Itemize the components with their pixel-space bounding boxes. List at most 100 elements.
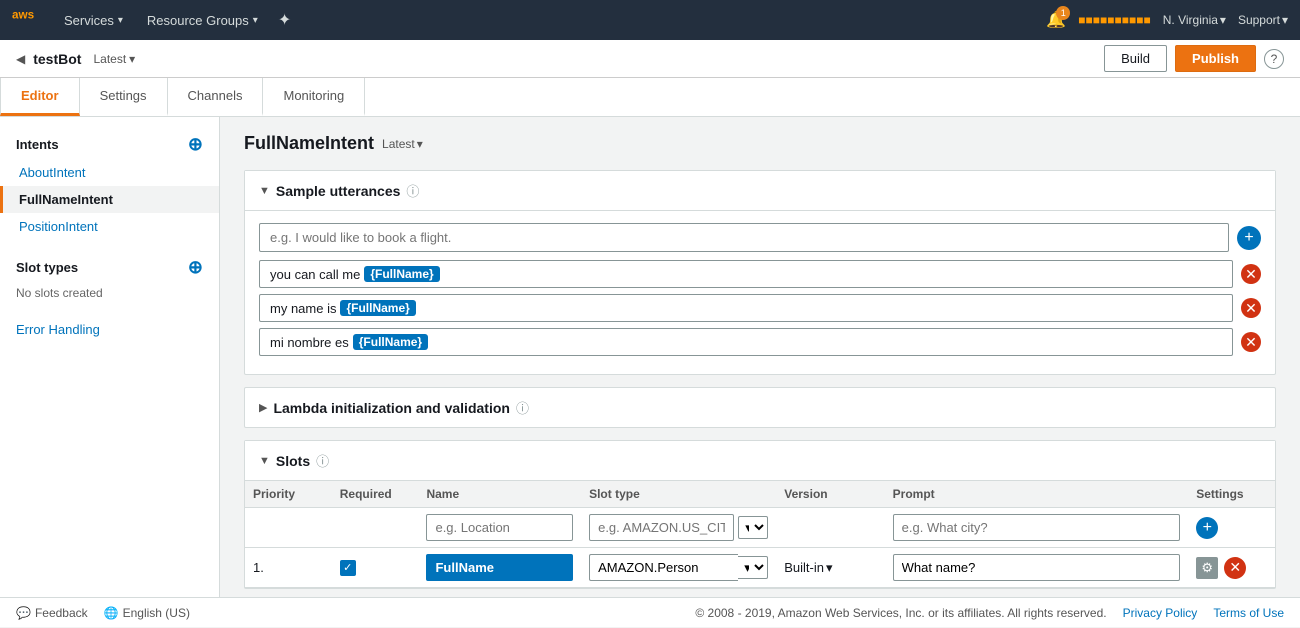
help-icon[interactable]: ?	[1264, 49, 1284, 69]
content-area: FullNameIntent Latest ▾ ▼ Sample utteran…	[220, 117, 1300, 597]
terms-of-use-link[interactable]: Terms of Use	[1213, 606, 1284, 620]
prompt-column-header: Prompt	[885, 481, 1189, 508]
footer-left: 💬 Feedback 🌐 English (US)	[16, 606, 190, 620]
new-slot-name-input[interactable]	[426, 514, 573, 541]
sample-utterances-header[interactable]: ▼ Sample utterances ⓘ	[245, 171, 1275, 211]
utterance-1-display[interactable]: you can call me {FullName}	[259, 260, 1233, 288]
new-slot-priority-cell	[245, 508, 332, 548]
slot-1-remove-button[interactable]: ✕	[1224, 557, 1246, 579]
slottype-column-header: Slot type	[581, 481, 776, 508]
utterances-chevron-icon: ▼	[259, 185, 270, 197]
new-utterance-input[interactable]	[259, 223, 1229, 252]
notifications-bell-icon[interactable]: 🔔 1	[1046, 10, 1066, 30]
lambda-info-icon[interactable]: ⓘ	[516, 398, 529, 417]
utterances-body: + you can call me {FullName} ✕ my name i…	[245, 211, 1275, 374]
remove-utterance-2-button[interactable]: ✕	[1241, 298, 1261, 318]
slot-1-required-checkbox[interactable]: ✓	[340, 560, 356, 576]
utterance-row-2: my name is {FullName} ✕	[259, 294, 1261, 322]
sidebar-item-fullnameintent[interactable]: FullNameIntent	[0, 186, 219, 213]
slot-types-section-header: Slot types ⊕	[0, 252, 219, 282]
globe-icon: 🌐	[104, 606, 119, 620]
resource-groups-nav[interactable]: Resource Groups ▾	[139, 9, 266, 32]
publish-button[interactable]: Publish	[1175, 45, 1256, 72]
tab-monitoring[interactable]: Monitoring	[263, 78, 365, 116]
user-account-nav[interactable]: ■■■■■■■■■■	[1078, 13, 1150, 27]
feedback-icon: 💬	[16, 606, 31, 620]
remove-utterance-1-button[interactable]: ✕	[1241, 264, 1261, 284]
utterance-row-3: mi nombre es {FullName} ✕	[259, 328, 1261, 356]
no-slots-label: No slots created	[0, 282, 219, 304]
slot-1-gear-button[interactable]: ⚙	[1196, 557, 1218, 579]
sidebar-item-positionintent[interactable]: PositionIntent	[0, 213, 219, 240]
svg-text:aws: aws	[12, 9, 35, 22]
slot-1-name-input[interactable]	[426, 554, 573, 581]
lambda-section: ▶ Lambda initialization and validation ⓘ	[244, 387, 1276, 428]
slots-body: Priority Required Name Slot type Version…	[245, 481, 1275, 588]
back-arrow-icon[interactable]: ◀	[16, 52, 25, 66]
new-slot-version-cell	[776, 508, 884, 548]
add-utterance-button[interactable]: +	[1237, 226, 1261, 250]
slots-info-icon[interactable]: ⓘ	[316, 451, 329, 470]
slot-1-type-input[interactable]	[589, 554, 738, 581]
feedback-button[interactable]: 💬 Feedback	[16, 606, 88, 620]
add-slot-type-button[interactable]: ⊕	[188, 258, 203, 276]
support-nav[interactable]: Support ▾	[1238, 13, 1288, 27]
lambda-title: Lambda initialization and validation	[273, 400, 509, 416]
privacy-policy-link[interactable]: Privacy Policy	[1123, 606, 1198, 620]
add-intent-button[interactable]: ⊕	[188, 135, 203, 153]
support-chevron-icon: ▾	[1282, 13, 1288, 27]
resource-groups-chevron-icon: ▾	[253, 15, 258, 26]
name-column-header: Name	[418, 481, 581, 508]
lambda-header[interactable]: ▶ Lambda initialization and validation ⓘ	[245, 388, 1275, 427]
build-button[interactable]: Build	[1104, 45, 1167, 72]
notification-badge: 1	[1056, 6, 1070, 20]
footer: 💬 Feedback 🌐 English (US) © 2008 - 2019,…	[0, 597, 1300, 627]
tabs-bar: Editor Settings Channels Monitoring	[0, 78, 1300, 117]
region-selector[interactable]: N. Virginia ▾	[1163, 13, 1226, 27]
intent-title: FullNameIntent	[244, 133, 374, 154]
new-slot-required-cell	[332, 508, 419, 548]
language-selector[interactable]: 🌐 English (US)	[104, 606, 190, 620]
add-slot-button[interactable]: +	[1196, 517, 1218, 539]
version-column-header: Version	[776, 481, 884, 508]
priority-column-header: Priority	[245, 481, 332, 508]
slots-section: ▼ Slots ⓘ Priority Required Name Slot ty…	[244, 440, 1276, 589]
intent-version-chevron-icon: ▾	[417, 137, 423, 151]
utterance-1-text-before: you can call me	[270, 267, 360, 282]
new-slot-name-cell	[418, 508, 581, 548]
new-slot-prompt-input[interactable]	[893, 514, 1181, 541]
slot-1-prompt-cell	[885, 548, 1189, 588]
bot-name[interactable]: testBot	[33, 51, 81, 67]
new-slot-type-dropdown[interactable]: ▾	[738, 516, 768, 539]
sidebar-item-aboutintent[interactable]: AboutIntent	[0, 159, 219, 186]
sidebar-item-error-handling[interactable]: Error Handling	[0, 316, 219, 343]
slot-1-type-dropdown[interactable]: ▾	[738, 556, 768, 579]
bot-version-selector[interactable]: Latest ▾	[93, 52, 135, 66]
utterance-2-display[interactable]: my name is {FullName}	[259, 294, 1233, 322]
utterance-2-slot-tag: {FullName}	[340, 300, 415, 316]
slot-1-prompt-input[interactable]	[893, 554, 1181, 581]
intent-version-selector[interactable]: Latest ▾	[382, 137, 423, 151]
main-layout: Intents ⊕ AboutIntent FullNameIntent Pos…	[0, 117, 1300, 597]
slot-1-version-cell: Built-in ▾	[776, 548, 884, 588]
tab-channels[interactable]: Channels	[168, 78, 264, 116]
new-slot-settings-cell: +	[1188, 508, 1275, 548]
slots-header[interactable]: ▼ Slots ⓘ	[245, 441, 1275, 481]
remove-utterance-3-button[interactable]: ✕	[1241, 332, 1261, 352]
utterance-2-text-before: my name is	[270, 301, 336, 316]
tab-settings[interactable]: Settings	[80, 78, 168, 116]
slot-1-settings-cell: ⚙ ✕	[1188, 548, 1275, 588]
tab-editor[interactable]: Editor	[0, 78, 80, 116]
new-slot-type-input[interactable]	[589, 514, 734, 541]
new-utterance-row: +	[259, 223, 1261, 252]
services-nav[interactable]: Services ▾	[56, 9, 131, 32]
footer-right: © 2008 - 2019, Amazon Web Services, Inc.…	[695, 606, 1284, 620]
utterances-info-icon[interactable]: ⓘ	[406, 181, 419, 200]
region-chevron-icon: ▾	[1220, 13, 1226, 27]
sidebar: Intents ⊕ AboutIntent FullNameIntent Pos…	[0, 117, 220, 597]
favorites-star-icon[interactable]: ✦	[278, 10, 291, 30]
utterance-3-display[interactable]: mi nombre es {FullName}	[259, 328, 1233, 356]
utterance-3-text-before: mi nombre es	[270, 335, 349, 350]
copyright-text: © 2008 - 2019, Amazon Web Services, Inc.…	[695, 606, 1106, 620]
aws-logo[interactable]: aws	[12, 9, 44, 32]
